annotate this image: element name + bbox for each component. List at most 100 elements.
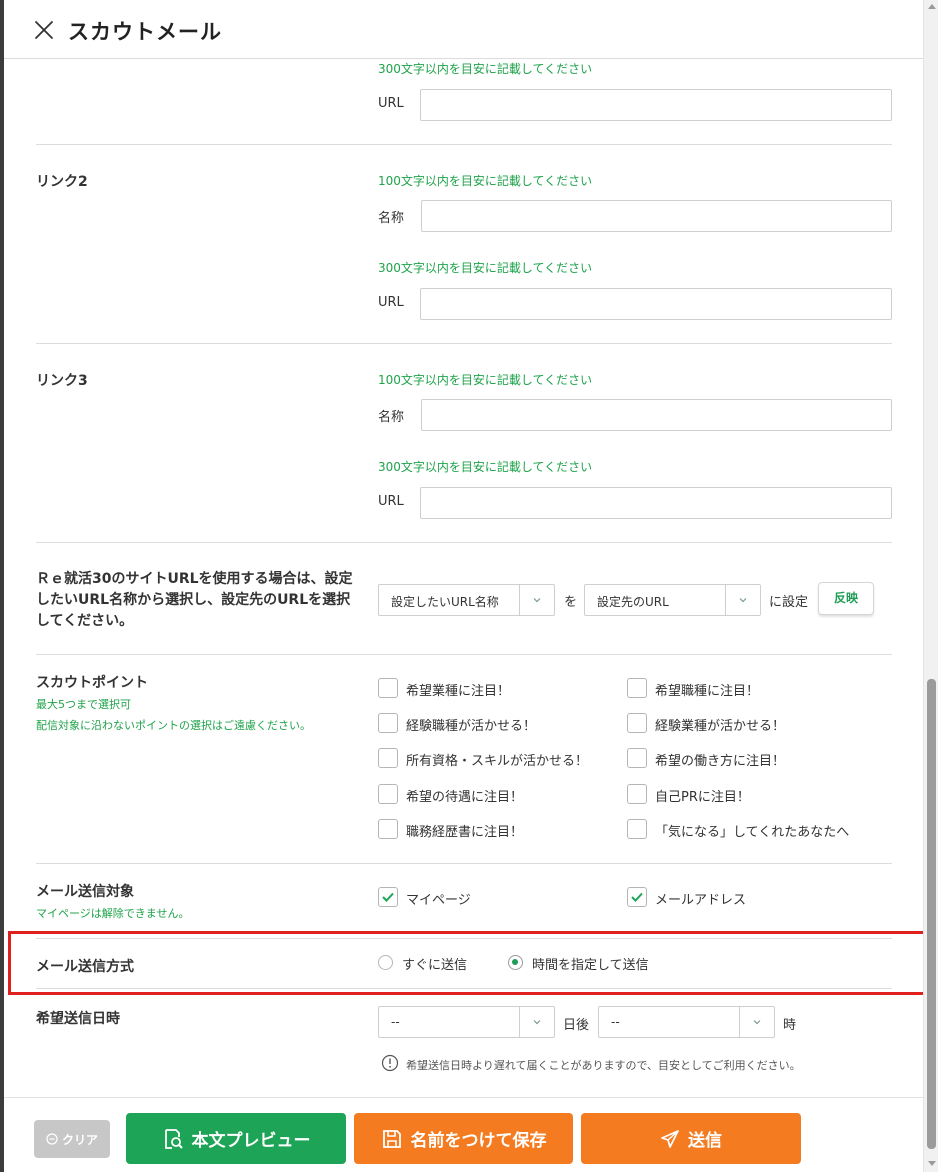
link2-title: リンク2 [36, 174, 88, 190]
send-button-label: 送信 [688, 1131, 722, 1151]
checkbox-label: マイページ [406, 893, 471, 908]
url-target-select-value: 設定先のURL [597, 595, 669, 609]
clear-button-label: クリア [61, 1132, 98, 1147]
send-datetime-note: 希望送信日時より遅れて届くことがありますので、目安としてご利用ください。 [406, 1059, 801, 1072]
checkbox-label: 自己PRに注目！ [655, 790, 750, 805]
link1-url-input[interactable] [420, 89, 892, 121]
scout-points-hint: 配信対象に沿わないポイントの選択はご遠慮ください。 [36, 719, 311, 732]
checkbox-label: 希望の待遇に注目！ [406, 790, 524, 805]
link3-name-input[interactable] [421, 399, 892, 431]
link2-name-hint: 100文字以内を目安に記載してください [378, 174, 593, 188]
checkbox-label: 希望職種に注目！ [655, 684, 760, 699]
checkbox-box[interactable] [378, 748, 398, 768]
link2-name-input[interactable] [421, 200, 892, 232]
link3-url-label: URL [378, 494, 404, 509]
minus-circle-icon [46, 1133, 58, 1145]
highlight-box [8, 931, 930, 995]
link2-url-input[interactable] [420, 288, 892, 320]
mail-target-title: メール送信対象 [36, 884, 134, 900]
link3-url-input[interactable] [420, 487, 892, 519]
divider [36, 343, 892, 344]
hour-suffix: 時 [783, 1018, 797, 1033]
paper-plane-icon [661, 1129, 679, 1148]
link2-url-hint: 300文字以内を目安に記載してください [378, 261, 593, 275]
connector-text: を [564, 595, 578, 610]
divider [36, 654, 892, 655]
checkbox-label: 経験業種が活かせる！ [655, 719, 786, 734]
site-url-description-line: したいURL名称から選択し、設定先のURLを選択 [36, 592, 351, 608]
checkbox-label: 所有資格・スキルが活かせる！ [406, 754, 589, 769]
site-url-description: Ｒｅ就活30のサイトURLを使用する場合は、設定 したいURL名称から選択し、設… [36, 569, 353, 632]
chevron-down-icon [533, 1020, 541, 1025]
checkbox-label: 希望の働き方に注目！ [655, 754, 786, 769]
checkbox-box[interactable] [378, 678, 398, 698]
checkbox-label: 経験職種が活かせる！ [406, 719, 537, 734]
divider [36, 863, 892, 864]
chevron-down-icon [753, 1020, 761, 1025]
checkbox-box[interactable] [378, 784, 398, 804]
site-url-description-line: してください。 [36, 613, 134, 629]
checkbox-box[interactable] [378, 713, 398, 733]
checkbox-label: 「気になる」してくれたあなたへ [655, 825, 850, 840]
preview-button-label: 本文プレビュー [191, 1131, 311, 1151]
check-icon [631, 892, 643, 902]
checkbox-box[interactable] [378, 887, 398, 907]
panel-header: スカウトメール [4, 0, 923, 59]
url-name-select[interactable]: 設定したいURL名称 [378, 584, 555, 616]
info-icon [381, 1054, 399, 1072]
clear-button[interactable]: クリア [34, 1120, 110, 1158]
save-icon [382, 1129, 401, 1148]
days-after-select[interactable]: -- [378, 1006, 555, 1038]
scout-points-hint: 最大5つまで選択可 [36, 698, 131, 711]
reflect-button[interactable]: 反映 [818, 582, 874, 615]
scrollbar-thumb[interactable] [927, 679, 936, 1149]
close-icon[interactable] [32, 18, 56, 42]
chevron-down-icon [533, 598, 541, 603]
hour-select-value: -- [611, 1015, 620, 1029]
select-separator [519, 585, 520, 615]
link3-url-hint: 300文字以内を目安に記載してください [378, 460, 593, 474]
preview-button[interactable]: 本文プレビュー [126, 1113, 346, 1164]
link3-title: リンク3 [36, 373, 88, 389]
scrollbar[interactable] [923, 0, 938, 1172]
url-name-select-value: 設定したいURL名称 [391, 595, 499, 609]
checkbox-box[interactable] [627, 748, 647, 768]
checkbox-box[interactable] [627, 887, 647, 907]
checkbox-label: 職務経歴書に注目！ [406, 825, 524, 840]
send-datetime-title: 希望送信日時 [36, 1011, 120, 1027]
document-search-icon [164, 1128, 183, 1149]
link3-name-hint: 100文字以内を目安に記載してください [378, 373, 593, 387]
scout-points-title: スカウトポイント [36, 675, 148, 691]
link2-name-label: 名称 [378, 211, 405, 226]
checkbox-box[interactable] [627, 678, 647, 698]
divider [36, 144, 892, 145]
check-icon [382, 892, 394, 902]
checkbox-box[interactable] [378, 819, 398, 839]
link1-url-hint: 300文字以内を目安に記載してください [378, 62, 593, 76]
scroll-down-arrow-icon[interactable] [928, 1161, 936, 1166]
checkbox-label: 希望業種に注目！ [406, 684, 511, 699]
checkbox-box[interactable] [627, 784, 647, 804]
mail-target-hint: マイページは解除できません。 [36, 907, 190, 920]
url-target-select[interactable]: 設定先のURL [584, 584, 761, 616]
select-separator [725, 585, 726, 615]
select-separator [519, 1007, 520, 1037]
hour-select[interactable]: -- [598, 1006, 775, 1038]
days-suffix: 日後 [563, 1018, 590, 1033]
set-suffix-text: に設定 [769, 595, 809, 610]
site-url-description-line: Ｒｅ就活30のサイトURLを使用する場合は、設定 [36, 571, 353, 587]
link3-name-label: 名称 [378, 410, 405, 425]
save-as-button-label: 名前をつけて保存 [410, 1131, 547, 1151]
checkbox-box[interactable] [627, 713, 647, 733]
divider [36, 542, 892, 543]
send-button[interactable]: 送信 [581, 1113, 801, 1164]
chevron-down-icon [739, 598, 747, 603]
scroll-up-arrow-icon[interactable] [928, 4, 936, 9]
select-separator [739, 1007, 740, 1037]
days-select-value: -- [391, 1015, 400, 1029]
link1-url-label: URL [378, 96, 404, 111]
checkbox-box[interactable] [627, 819, 647, 839]
page-title: スカウトメール [68, 20, 222, 44]
save-as-button[interactable]: 名前をつけて保存 [354, 1113, 573, 1164]
link2-url-label: URL [378, 295, 404, 310]
